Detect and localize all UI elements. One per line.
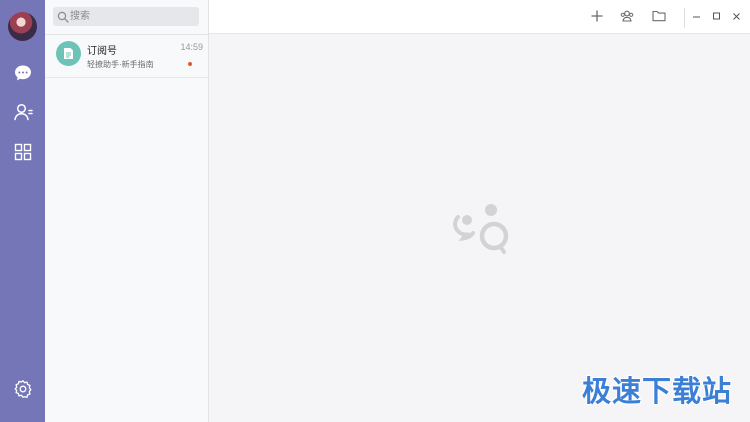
- document-icon: [64, 48, 73, 59]
- plus-icon: [591, 10, 603, 22]
- watermark-text: 极速下载站: [581, 374, 732, 408]
- conversation-list-pane: 订阅号 14:59 轻撩助手·新手指南: [45, 0, 209, 422]
- settings-nav-button[interactable]: [12, 378, 34, 400]
- apps-grid-icon: [14, 143, 32, 161]
- chat-bubble-icon: [15, 65, 31, 81]
- unread-dot: [188, 62, 192, 66]
- user-avatar[interactable]: [8, 12, 37, 41]
- files-button[interactable]: [651, 8, 667, 24]
- minimize-icon: [693, 16, 700, 18]
- minimize-button[interactable]: [690, 9, 703, 23]
- gear-icon: [14, 380, 32, 398]
- messages-nav-button[interactable]: [12, 62, 34, 84]
- search-box[interactable]: [53, 7, 199, 26]
- maximize-icon: [713, 12, 720, 20]
- maximize-button[interactable]: [710, 9, 723, 23]
- left-nav-rail: [0, 0, 45, 422]
- search-input[interactable]: [70, 7, 194, 26]
- group-chat-button[interactable]: [619, 8, 635, 24]
- chat-main-area: [209, 0, 750, 422]
- group-icon: [620, 10, 634, 22]
- chat-header: [209, 0, 750, 34]
- window-controls-divider: [684, 8, 685, 28]
- close-icon: [733, 13, 740, 20]
- contacts-nav-button[interactable]: [12, 101, 34, 123]
- contacts-icon: [14, 103, 33, 121]
- apps-nav-button[interactable]: [12, 141, 34, 163]
- new-chat-button[interactable]: [589, 8, 605, 24]
- close-button[interactable]: [730, 9, 743, 23]
- search-icon: [57, 11, 69, 23]
- conversation-time: 14:59: [180, 42, 203, 52]
- subscription-avatar: [56, 41, 81, 66]
- conversation-item-subscriptions[interactable]: 订阅号 14:59 轻撩助手·新手指南: [45, 34, 208, 78]
- empty-state-logo: [453, 204, 509, 254]
- conversation-title: 订阅号: [87, 46, 117, 57]
- folder-icon: [652, 10, 666, 22]
- conversation-preview: 轻撩助手·新手指南: [87, 60, 154, 69]
